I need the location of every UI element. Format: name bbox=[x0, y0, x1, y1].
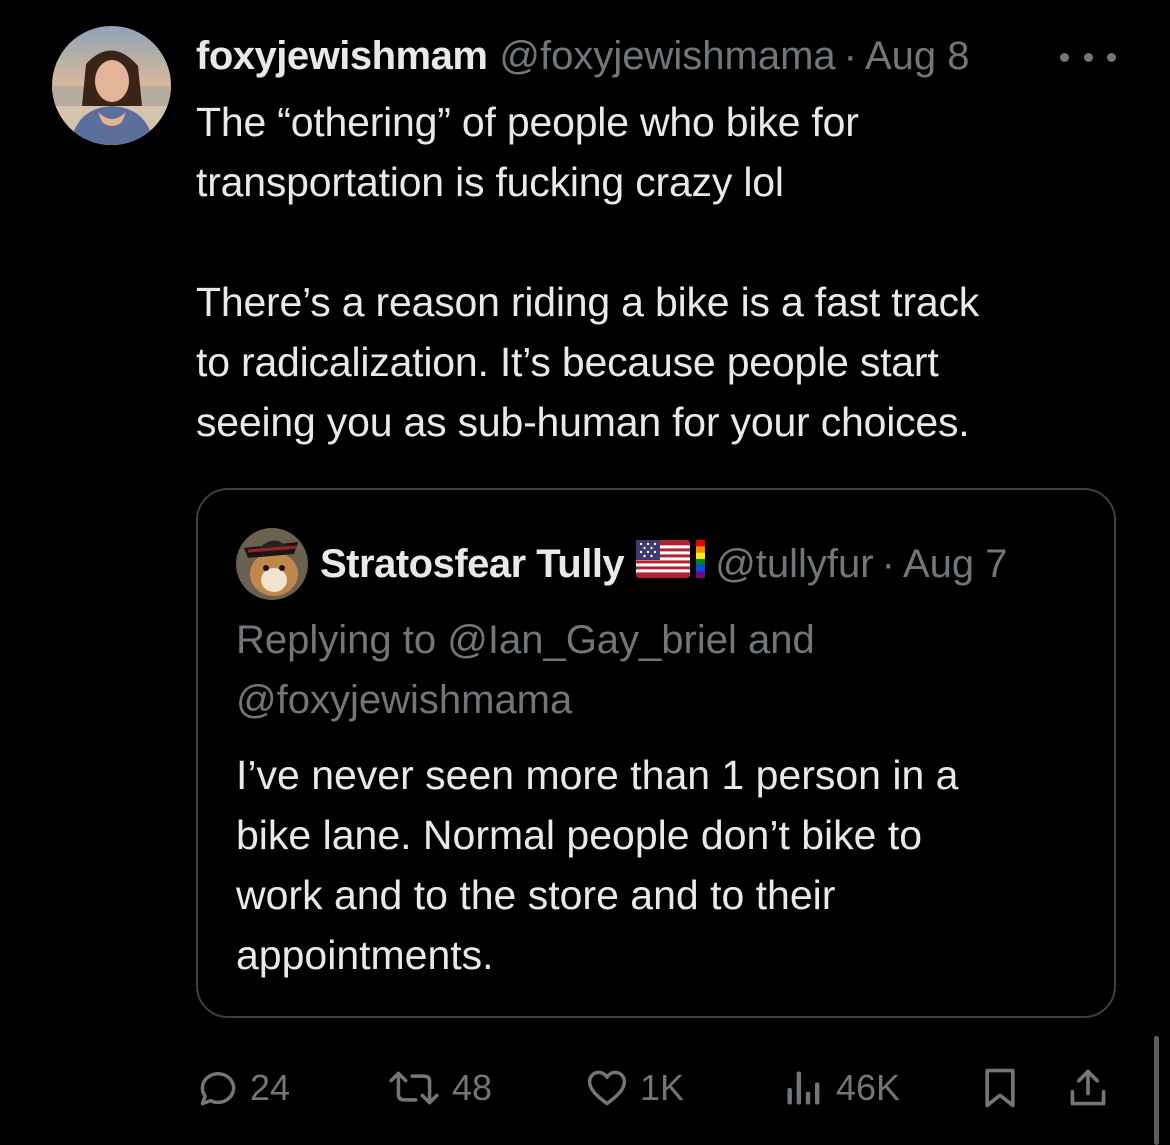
repost-count: 48 bbox=[452, 1067, 493, 1108]
scrollbar-thumb[interactable] bbox=[1154, 1036, 1159, 1145]
post-text: The “othering” of people who bike for tr… bbox=[196, 99, 980, 445]
us-flag-icon bbox=[636, 540, 691, 588]
views-button[interactable]: 46K bbox=[782, 1058, 900, 1118]
bookmark-button[interactable] bbox=[978, 1058, 1022, 1118]
share-button[interactable] bbox=[1066, 1058, 1110, 1118]
heart-icon bbox=[584, 1066, 630, 1110]
post-date[interactable]: Aug 8 bbox=[865, 34, 970, 79]
post-header: foxyjewishmam @foxyjewishmama · Aug 8 bbox=[196, 28, 970, 84]
action-bar: 24 48 1K 46K bbox=[196, 1058, 1116, 1118]
quoted-author-avatar[interactable] bbox=[236, 528, 308, 600]
quoted-post-date[interactable]: Aug 7 bbox=[903, 542, 1008, 587]
bookmark-icon bbox=[978, 1065, 1022, 1111]
separator-dot: · bbox=[843, 33, 857, 78]
replying-to-text[interactable]: Replying to @Ian_Gay_briel and @foxyjewi… bbox=[236, 610, 1056, 730]
share-icon bbox=[1066, 1065, 1110, 1111]
views-count: 46K bbox=[836, 1067, 901, 1108]
reply-icon bbox=[196, 1066, 240, 1110]
author-avatar[interactable] bbox=[52, 26, 171, 145]
author-name[interactable]: foxyjewishmam bbox=[196, 34, 488, 79]
repost-button[interactable]: 48 bbox=[386, 1058, 492, 1118]
repost-icon bbox=[386, 1066, 442, 1110]
quoted-post[interactable]: Stratosfear Tully @tullyfur · Aug 7 Repl… bbox=[196, 488, 1116, 1018]
pride-flag-icon bbox=[696, 540, 706, 588]
like-button[interactable]: 1K bbox=[584, 1058, 684, 1118]
quoted-post-header: Stratosfear Tully @tullyfur · Aug 7 bbox=[320, 536, 1007, 592]
like-count: 1K bbox=[640, 1067, 685, 1108]
quoted-author-handle[interactable]: @tullyfur bbox=[715, 542, 873, 587]
quoted-post-text: I’ve never seen more than 1 person in a … bbox=[236, 752, 959, 978]
more-options-icon[interactable] bbox=[1060, 42, 1116, 72]
reply-count: 24 bbox=[250, 1067, 291, 1108]
quoted-author-name[interactable]: Stratosfear Tully bbox=[320, 542, 625, 587]
separator-dot: · bbox=[881, 541, 895, 586]
author-handle[interactable]: @foxyjewishmama bbox=[499, 34, 835, 79]
reply-button[interactable]: 24 bbox=[196, 1058, 290, 1118]
views-chart-icon bbox=[782, 1066, 826, 1110]
